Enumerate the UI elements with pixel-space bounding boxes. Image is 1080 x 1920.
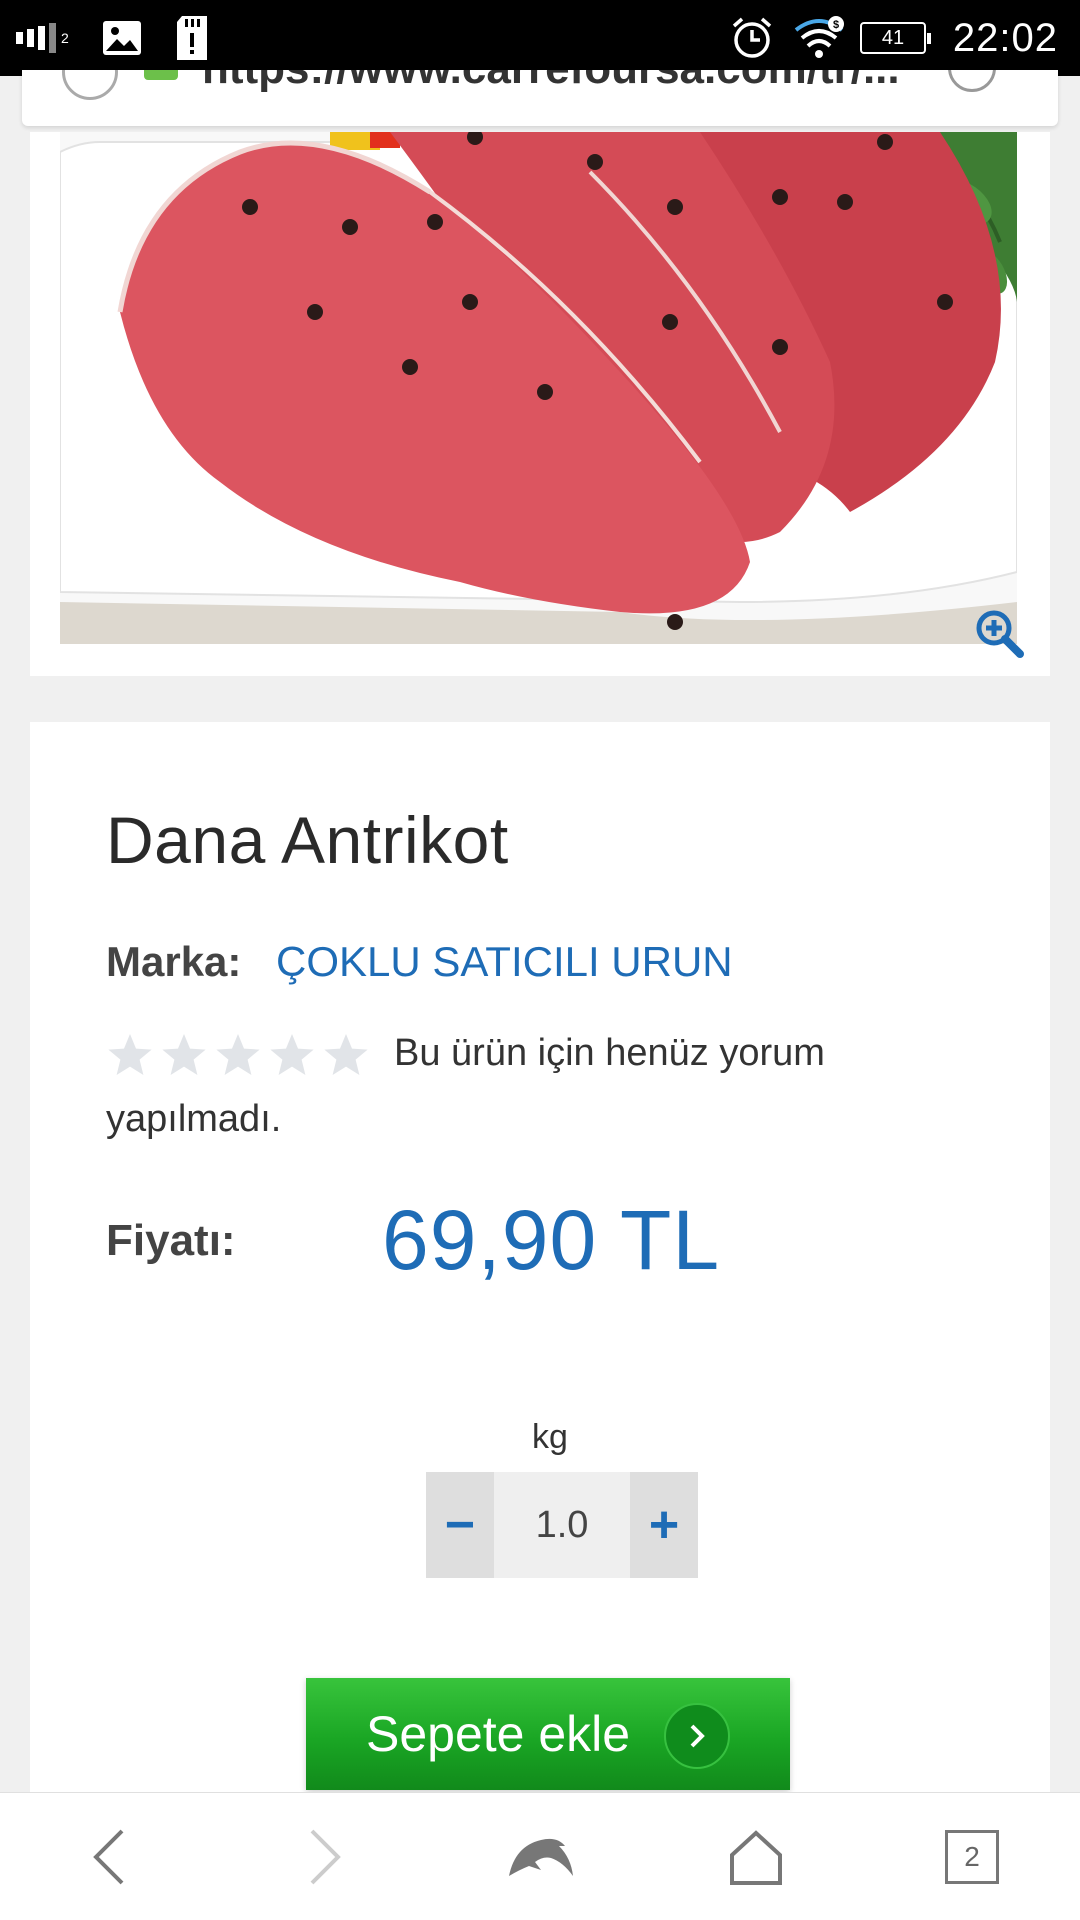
dolphin-menu-button[interactable] [480,1793,600,1920]
brand-row: Marka: ÇOKLU SATICILI URUN [106,938,733,986]
rating-row: Bu ürün için henüz yorum yapılmadı. [106,1020,966,1152]
wifi-icon: $ [794,0,844,76]
svg-text:$: $ [833,19,839,31]
zoom-icon[interactable] [974,608,1026,660]
star-icon [108,1033,152,1075]
product-image-card [30,132,1050,676]
globe-icon [62,70,118,100]
quantity-increase-button[interactable]: + [630,1472,698,1578]
home-icon [730,1830,782,1885]
home-button[interactable] [696,1793,816,1920]
url-text[interactable]: https://www.carrefoursa.com/tr/... [202,70,900,94]
clock: 22:02 [952,15,1058,60]
brand-link[interactable]: ÇOKLU SATICILI URUN [276,938,733,986]
price-label: Fiyatı: [106,1215,236,1265]
battery-level: 41 [860,22,931,54]
quantity-stepper: − + [426,1472,698,1578]
rating-stars[interactable] [106,1020,376,1086]
sd-card-icon [176,0,208,76]
url-bar-container: https://www.carrefoursa.com/tr/... [0,70,1080,132]
star-icon [270,1033,314,1075]
dolphin-icon [509,1838,573,1876]
star-icon [162,1033,206,1075]
signal-icon: 2 [16,0,69,76]
status-bar: 2 $ 41 22:02 [0,0,1080,76]
add-to-cart-label: Sepete ekle [366,1706,631,1762]
star-icon [324,1033,368,1075]
product-image[interactable] [60,132,1017,644]
chevron-right-icon [664,1703,730,1769]
browser-bottom-nav: 2 [0,1792,1080,1920]
back-button[interactable] [50,1793,170,1920]
add-to-cart-button[interactable]: Sepete ekle [306,1678,790,1790]
forward-icon [310,1829,341,1885]
price-row: Fiyatı: 69,90 TL [106,1192,720,1289]
price-value: 69,90 TL [382,1193,721,1287]
gallery-icon [102,0,142,76]
signal-sim-label: 2 [61,30,69,46]
alarm-icon [730,0,774,76]
star-icon [216,1033,260,1075]
brand-label: Marka: [106,938,242,985]
tabs-button[interactable]: 2 [912,1793,1032,1920]
unit-label: kg [532,1418,568,1456]
quantity-input[interactable] [494,1472,630,1578]
quantity-decrease-button[interactable]: − [426,1472,494,1578]
back-icon [93,1829,124,1885]
product-info-card: Dana Antrikot Marka: ÇOKLU SATICILI URUN… [30,722,1050,1920]
tabs-icon: 2 [945,1830,999,1884]
battery-icon: 41 [860,0,931,76]
forward-button[interactable] [264,1793,384,1920]
lock-icon [144,70,178,80]
product-title: Dana Antrikot [106,803,509,877]
reload-icon[interactable] [948,70,996,92]
url-bar[interactable]: https://www.carrefoursa.com/tr/... [22,70,1058,126]
